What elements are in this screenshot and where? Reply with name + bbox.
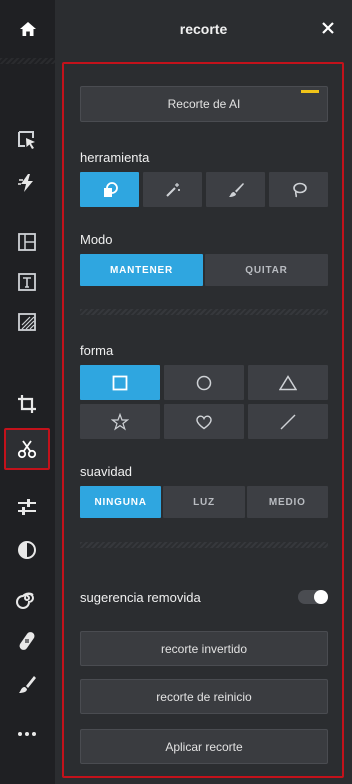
more-tools-button[interactable] [5, 714, 49, 754]
heal-tool-button[interactable] [5, 621, 49, 661]
tool-section-label: herramienta [80, 150, 150, 165]
shape-tool-button[interactable] [80, 172, 139, 207]
mode-keep-button[interactable]: MANTENER [80, 254, 203, 286]
ai-badge [301, 90, 319, 93]
texture-icon [18, 313, 36, 331]
contrast-tool-button[interactable] [5, 530, 49, 570]
ai-cutout-label: Recorte de AI [167, 97, 241, 111]
lasso-tool-button[interactable] [269, 172, 328, 207]
tool-selector [80, 172, 328, 207]
heart-shape-button[interactable] [164, 404, 244, 439]
paint-tool-button[interactable] [5, 665, 49, 705]
star-shape-button[interactable] [80, 404, 160, 439]
brush-tool-button[interactable] [206, 172, 265, 207]
select-tool-button[interactable] [5, 120, 49, 160]
softness-light-button[interactable]: LUZ [163, 486, 245, 518]
layout-icon [18, 233, 36, 251]
toolbar-divider [0, 58, 55, 64]
invert-cutout-label: recorte invertido [160, 641, 248, 656]
magic-wand-button[interactable] [143, 172, 202, 207]
text-tool-button[interactable] [5, 262, 49, 302]
magic-wand-icon [165, 182, 180, 197]
quick-action-button[interactable] [5, 163, 49, 203]
invert-cutout-button[interactable]: recorte invertido [80, 631, 328, 666]
contrast-icon [18, 541, 36, 559]
shape-grid [80, 365, 328, 439]
bandage-icon [19, 632, 35, 650]
line-shape-icon [280, 414, 296, 429]
square-shape-icon [112, 375, 128, 390]
panel-header: recorte [55, 0, 352, 58]
adjust-tool-button[interactable] [5, 487, 49, 527]
brush-tool-icon [228, 182, 244, 197]
square-shape-button[interactable] [80, 365, 160, 400]
home-button[interactable] [0, 0, 55, 58]
select-icon [18, 131, 35, 149]
ai-cutout-button[interactable]: Recorte de AI [80, 86, 328, 122]
softness-none-label: NINGUNA [94, 496, 147, 508]
mode-section-label: Modo [80, 232, 113, 247]
adjust-icon [18, 499, 36, 515]
scissors-icon [17, 440, 37, 459]
circle-shape-button[interactable] [164, 365, 244, 400]
bolt-icon [18, 174, 33, 192]
softness-light-label: LUZ [193, 496, 215, 508]
triangle-shape-button[interactable] [248, 365, 328, 400]
distort-tool-button[interactable] [5, 578, 49, 618]
more-icon [18, 732, 36, 736]
suggestion-label: sugerencia removida [80, 589, 201, 605]
softness-section-label: suavidad [80, 464, 133, 479]
brush-icon [19, 676, 36, 693]
heart-shape-icon [196, 414, 212, 429]
softness-selector: NINGUNA LUZ MEDIO [80, 486, 328, 518]
left-toolbar [0, 0, 55, 784]
apply-cutout-label: Aplicar recorte [165, 739, 243, 754]
mode-selector: MANTENER QUITAR [80, 254, 328, 286]
reset-cutout-button[interactable]: recorte de reinicio [80, 679, 328, 714]
crop-tool-button[interactable] [5, 384, 49, 424]
section-divider [80, 542, 328, 548]
swirl-icon [16, 592, 34, 609]
suggestion-toggle[interactable] [298, 590, 328, 604]
close-icon [322, 22, 334, 34]
toggle-knob [314, 590, 328, 604]
suggestion-row: sugerencia removida [80, 587, 328, 607]
mode-keep-label: MANTENER [109, 264, 174, 276]
close-button[interactable] [318, 18, 338, 38]
softness-medium-button[interactable]: MEDIO [246, 486, 328, 518]
triangle-shape-icon [279, 374, 297, 390]
text-icon [18, 273, 36, 291]
layout-tool-button[interactable] [5, 222, 49, 262]
lasso-icon [292, 182, 307, 197]
line-shape-button[interactable] [248, 404, 328, 439]
circle-shape-icon [196, 375, 212, 390]
mode-remove-button[interactable]: QUITAR [205, 254, 328, 286]
panel-title: recorte [179, 21, 228, 37]
home-icon [19, 22, 36, 36]
reset-cutout-label: recorte de reinicio [156, 689, 252, 704]
section-divider [80, 309, 328, 315]
crop-icon [18, 395, 36, 413]
mode-remove-label: QUITAR [245, 264, 288, 276]
softness-none-button[interactable]: NINGUNA [80, 486, 162, 518]
cutout-tool-button[interactable] [4, 428, 50, 470]
shape-section-label: forma [80, 343, 114, 358]
apply-cutout-button[interactable]: Aplicar recorte [80, 729, 328, 764]
star-shape-icon [111, 412, 129, 431]
softness-medium-label: MEDIO [268, 496, 306, 508]
shape-tool-icon [103, 181, 118, 197]
texture-tool-button[interactable] [5, 302, 49, 342]
